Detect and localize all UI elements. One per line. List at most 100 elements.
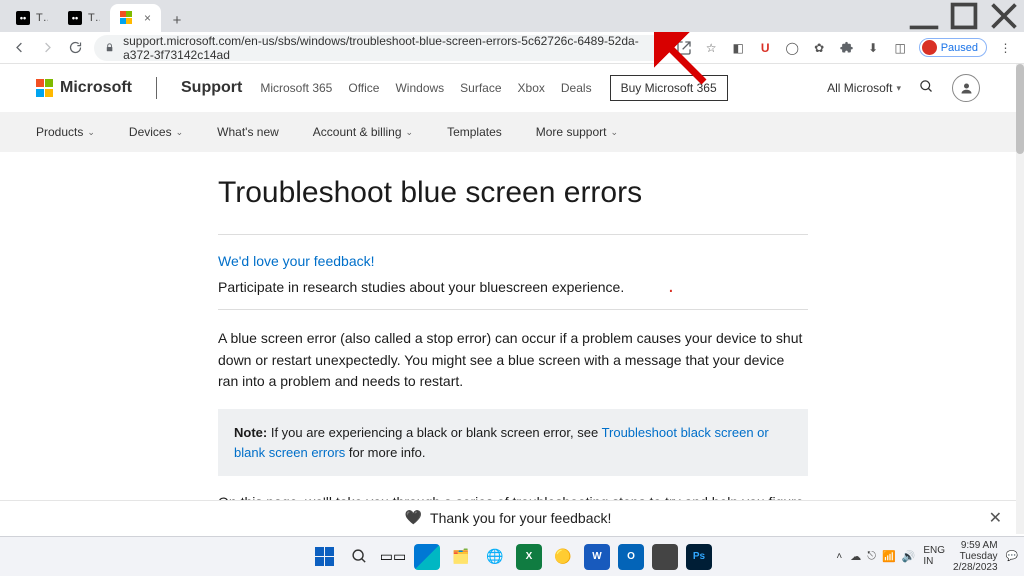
- note-callout: Note: If you are experiencing a black or…: [218, 409, 808, 476]
- secnav-account[interactable]: Account & billing⌄: [313, 125, 413, 139]
- onedrive-icon[interactable]: ☁: [850, 550, 861, 563]
- page-content: Microsoft Support Microsoft 365 Office W…: [0, 64, 1016, 536]
- window-close-button[interactable]: [984, 2, 1024, 30]
- divider: [156, 77, 157, 99]
- profile-button[interactable]: Paused: [919, 38, 987, 57]
- tray-app-icon[interactable]: ⎋: [867, 550, 876, 563]
- secnav-whatsnew[interactable]: What's new: [217, 125, 279, 139]
- tab-2[interactable]: •• The: [58, 4, 110, 32]
- task-view-icon[interactable]: ▭▭: [380, 544, 406, 570]
- extensions-puzzle-icon[interactable]: [838, 39, 855, 56]
- note-label: Note:: [234, 425, 267, 440]
- account-button[interactable]: [952, 74, 980, 102]
- intro-paragraph: A blue screen error (also called a stop …: [218, 328, 808, 393]
- chrome-icon[interactable]: 🟡: [550, 544, 576, 570]
- chevron-down-icon: ⌄: [406, 127, 414, 138]
- taskbar-search-icon[interactable]: [346, 544, 372, 570]
- back-button[interactable]: [6, 35, 32, 61]
- file-explorer-icon[interactable]: 🗂️: [448, 544, 474, 570]
- tab-2-title: The: [88, 12, 100, 24]
- secnav-devices[interactable]: Devices⌄: [129, 125, 183, 139]
- feedback-bar-text: Thank you for your feedback!: [430, 510, 611, 526]
- tab-3-active[interactable]: ×: [110, 4, 161, 32]
- nav-surface[interactable]: Surface: [460, 81, 501, 95]
- nav-m365[interactable]: Microsoft 365: [260, 81, 332, 95]
- medium-icon: ••: [16, 11, 30, 25]
- extension-icon-shield[interactable]: ◯: [784, 39, 801, 56]
- forward-button[interactable]: [34, 35, 60, 61]
- notifications-icon[interactable]: 💬: [1006, 551, 1018, 562]
- toolbar-actions: ☆ ◧ U ◯ ✿ ⬇ ◫ Paused ⋮: [672, 38, 1018, 57]
- tray-date: 2/28/2023: [953, 562, 998, 573]
- all-microsoft-dropdown[interactable]: All Microsoft ▾: [827, 81, 901, 95]
- sidepanel-icon[interactable]: ◫: [892, 39, 909, 56]
- nav-office[interactable]: Office: [348, 81, 379, 95]
- support-text[interactable]: Support: [181, 79, 242, 97]
- nav-windows[interactable]: Windows: [395, 81, 444, 95]
- feedback-subtitle: Participate in research studies about yo…: [218, 279, 808, 295]
- reload-button[interactable]: [62, 35, 88, 61]
- lock-icon: [104, 41, 115, 54]
- volume-icon[interactable]: 🔊: [902, 550, 916, 563]
- article: Troubleshoot blue screen errors We'd lov…: [218, 176, 808, 535]
- kebab-menu-icon[interactable]: ⋮: [997, 39, 1014, 56]
- photoshop-icon[interactable]: Ps: [686, 544, 712, 570]
- start-button[interactable]: [312, 544, 338, 570]
- extension-icon-gear[interactable]: ✿: [811, 39, 828, 56]
- rule: [218, 234, 808, 235]
- chevron-down-icon: ▾: [896, 83, 901, 94]
- profile-status: Paused: [941, 42, 978, 54]
- window-maximize-button[interactable]: [944, 2, 984, 30]
- edge-icon[interactable]: 🌐: [482, 544, 508, 570]
- chevron-down-icon: ⌄: [610, 127, 618, 138]
- windows-taskbar: ▭▭ 🗂️ 🌐 X 🟡 W O Ps ˄ ☁ ⎋ 📶 🔊 ENG IN 9:59…: [0, 536, 1024, 576]
- note-pre: If you are experiencing a black or blank…: [267, 425, 601, 440]
- close-tab-icon[interactable]: ×: [144, 11, 151, 25]
- excel-icon[interactable]: X: [516, 544, 542, 570]
- word-icon[interactable]: W: [584, 544, 610, 570]
- red-dot-icon: .: [668, 275, 674, 297]
- nav-xbox[interactable]: Xbox: [518, 81, 545, 95]
- microsoft-header: Microsoft Support Microsoft 365 Office W…: [0, 64, 1016, 112]
- microsoft-logo[interactable]: Microsoft: [36, 79, 132, 97]
- clock[interactable]: 9:59 AM Tuesday 2/28/2023: [953, 540, 998, 573]
- tab-1-title: The: [36, 12, 48, 24]
- widgets-icon[interactable]: [414, 544, 440, 570]
- wifi-icon[interactable]: 📶: [882, 550, 896, 563]
- feedback-link[interactable]: We'd love your feedback!: [218, 253, 808, 269]
- extension-icon-1[interactable]: ◧: [730, 39, 747, 56]
- tray-lang2[interactable]: IN: [923, 557, 945, 568]
- download-icon[interactable]: ⬇: [865, 39, 882, 56]
- window-minimize-button[interactable]: [904, 2, 944, 30]
- tab-1[interactable]: •• The: [6, 4, 58, 32]
- microsoft-icon: [120, 11, 134, 25]
- extension-icon-u[interactable]: U: [757, 39, 774, 56]
- tray-day: Tuesday: [953, 551, 998, 562]
- new-tab-button[interactable]: +: [165, 8, 189, 32]
- taskbar-center: ▭▭ 🗂️ 🌐 X 🟡 W O Ps: [312, 544, 712, 570]
- browser-tab-strip: •• The •• The × +: [0, 0, 1024, 32]
- search-icon[interactable]: [919, 79, 934, 97]
- star-icon[interactable]: ☆: [703, 39, 720, 56]
- medium-icon: ••: [68, 11, 82, 25]
- buy-microsoft-365-button[interactable]: Buy Microsoft 365: [610, 75, 728, 101]
- vertical-scrollbar[interactable]: [1016, 64, 1024, 534]
- secnav-templates[interactable]: Templates: [447, 125, 502, 139]
- tray-lang1[interactable]: ENG: [923, 546, 945, 557]
- system-tray: ˄ ☁ ⎋ 📶 🔊 ENG IN 9:59 AM Tuesday 2/28/20…: [836, 540, 1018, 573]
- heart-icon: 🖤: [405, 509, 422, 526]
- secnav-products[interactable]: Products⌄: [36, 125, 95, 139]
- outlook-icon[interactable]: O: [618, 544, 644, 570]
- tray-time: 9:59 AM: [953, 540, 998, 551]
- close-feedback-button[interactable]: ✕: [989, 508, 1002, 528]
- url-text: support.microsoft.com/en-us/sbs/windows/…: [123, 34, 656, 62]
- nav-deals[interactable]: Deals: [561, 81, 592, 95]
- tray-chevron-icon[interactable]: ˄: [836, 551, 842, 562]
- rule: [218, 309, 808, 310]
- address-bar[interactable]: support.microsoft.com/en-us/sbs/windows/…: [94, 35, 666, 61]
- share-icon[interactable]: [676, 39, 693, 56]
- secondary-nav: Products⌄ Devices⌄ What's new Account & …: [0, 112, 1016, 152]
- secnav-more[interactable]: More support⌄: [536, 125, 618, 139]
- app-icon[interactable]: [652, 544, 678, 570]
- microsoft-brand: Microsoft: [60, 79, 132, 97]
